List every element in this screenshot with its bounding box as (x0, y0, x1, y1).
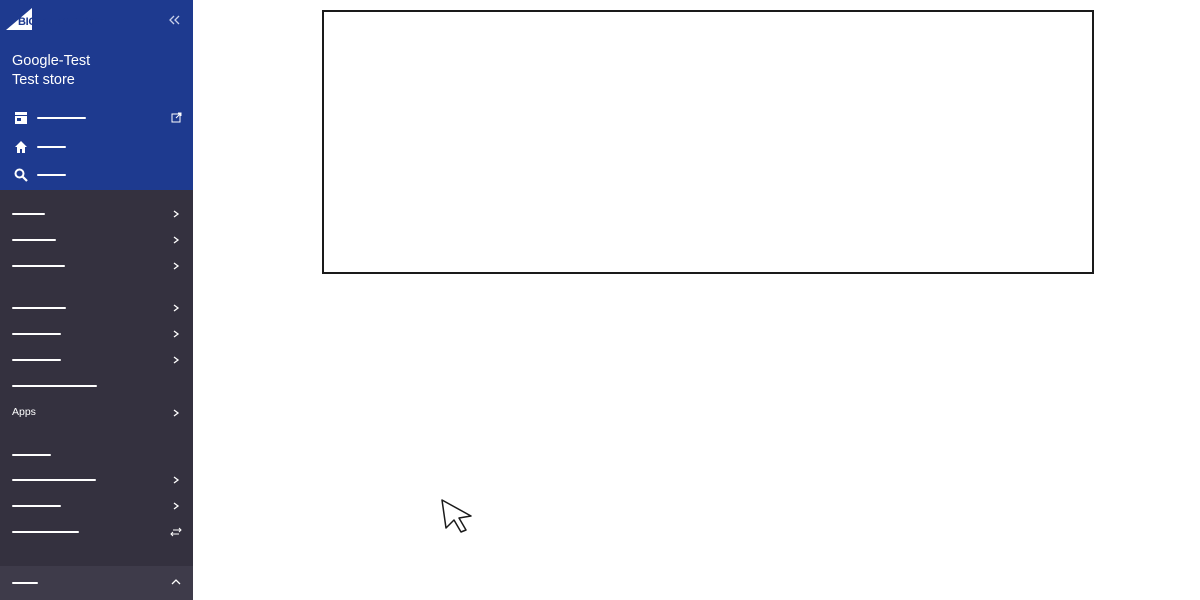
nav-label-placeholder (37, 117, 86, 119)
store-name: Google-Test Test store (12, 52, 90, 90)
collapse-sidebar-icon[interactable] (168, 14, 180, 26)
store-name-line2: Test store (12, 72, 75, 88)
switch-arrows-icon (170, 527, 182, 537)
store-name-line1: Google-Test (12, 53, 91, 69)
nav-label-placeholder (12, 479, 96, 481)
nav-label-placeholder (12, 385, 97, 387)
nav-item-9[interactable] (0, 443, 193, 467)
nav-label-placeholder (12, 333, 61, 335)
chevron-right-icon (173, 409, 180, 417)
sidebar-bottom-item[interactable] (0, 566, 193, 600)
chevron-right-icon (173, 210, 180, 218)
nav-label-placeholder (12, 359, 61, 361)
search-icon (14, 168, 28, 182)
content-panel (322, 10, 1094, 274)
nav-item-5[interactable] (0, 322, 193, 346)
chevron-right-icon (173, 330, 180, 338)
top-nav-storefront[interactable] (0, 106, 193, 130)
nav-label-placeholder (12, 531, 79, 533)
nav-label-placeholder (12, 213, 45, 215)
nav-label-placeholder (12, 239, 56, 241)
nav-label-placeholder (37, 146, 66, 148)
external-link-icon[interactable] (171, 112, 182, 123)
chevron-right-icon (173, 476, 180, 484)
sidebar: BIGCOMMERCE Google-Test Test store Apps (0, 0, 193, 600)
chevron-right-icon (173, 502, 180, 510)
nav-item-11[interactable] (0, 494, 193, 518)
nav-label-placeholder (37, 174, 66, 176)
nav-label-placeholder (12, 265, 65, 267)
nav-label-placeholder (12, 505, 61, 507)
nav-item-4[interactable] (0, 296, 193, 320)
nav-item-1[interactable] (0, 202, 193, 226)
bigcommerce-logo[interactable]: BIGCOMMERCE (6, 8, 106, 32)
nav-item-apps[interactable]: Apps (0, 401, 193, 425)
sidebar-header: BIGCOMMERCE Google-Test Test store (0, 0, 193, 190)
nav-item-10[interactable] (0, 468, 193, 492)
storefront-icon (15, 112, 27, 124)
home-icon (15, 141, 27, 153)
nav-label-placeholder (12, 582, 38, 584)
nav-label-placeholder (12, 307, 66, 309)
chevron-right-icon (173, 236, 180, 244)
nav-item-7[interactable] (0, 374, 193, 398)
nav-item-3[interactable] (0, 254, 193, 278)
chevron-right-icon (173, 304, 180, 312)
nav-label-placeholder (12, 454, 51, 456)
nav-item-12[interactable] (0, 520, 193, 544)
chevron-right-icon (173, 262, 180, 270)
chevron-up-icon (171, 579, 181, 585)
logo-text: BIGCOMMERCE (18, 16, 100, 28)
nav-item-2[interactable] (0, 228, 193, 252)
nav-item-6[interactable] (0, 348, 193, 372)
top-nav-home[interactable] (0, 135, 193, 159)
top-nav-search[interactable] (0, 163, 193, 187)
mouse-cursor-icon (441, 499, 472, 533)
chevron-right-icon (173, 356, 180, 364)
nav-item-apps-label: Apps (12, 406, 36, 418)
